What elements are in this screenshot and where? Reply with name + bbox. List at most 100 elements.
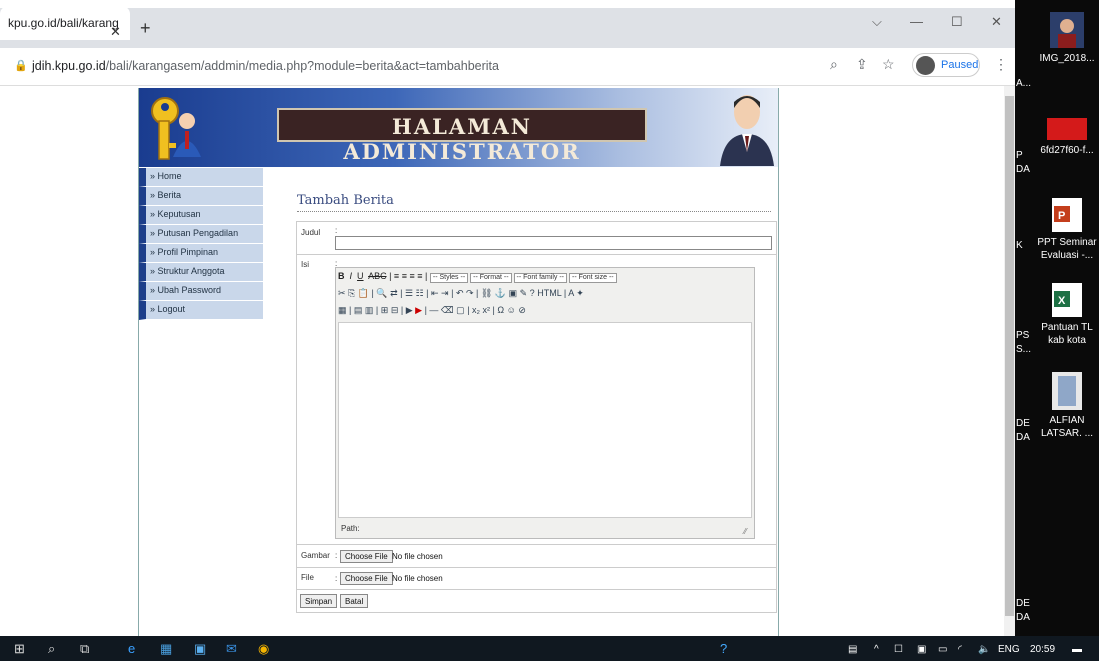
font-color-icon[interactable]: A [568,288,574,298]
share-icon[interactable]: ⇪ [856,56,868,73]
desktop-icon-excel[interactable]: X Pantuan TL kab kota [1037,283,1097,347]
action-center-icon[interactable]: ▬ [1072,644,1082,655]
html-icon[interactable]: HTML [537,288,561,298]
wifi-icon[interactable]: ◜ [958,644,962,655]
align-right-icon[interactable]: ≡ [409,271,414,281]
minimize-button[interactable]: — [910,14,923,29]
italic-icon[interactable]: I [350,271,353,281]
chrome-icon[interactable]: ◉ [258,641,269,657]
cell-props-icon[interactable]: ▥ [365,305,374,315]
paste-icon[interactable]: 📋 [358,288,369,298]
tray-app-icon[interactable]: ☐ [894,644,903,655]
outdent-icon[interactable]: ⇤ [431,288,439,298]
calculator-icon[interactable]: ▣ [194,641,206,657]
desktop-icon-6fd27f60[interactable]: 6fd27f60-f... [1037,118,1097,157]
maximize-button[interactable]: ☐ [951,14,963,30]
cut-icon[interactable]: ✂ [338,288,346,298]
menu-item-berita[interactable]: » Berita [139,187,263,206]
tray-chevron-icon[interactable]: ^ [874,644,879,655]
lock-icon[interactable]: 🔒 [14,59,28,72]
address-bar[interactable]: jdih.kpu.go.id/bali/karangasem/addmin/me… [32,59,499,73]
simpan-button[interactable]: Simpan [300,594,338,608]
replace-icon[interactable]: ⇄ [390,288,398,298]
notification-app-icon[interactable]: ▤ [848,644,857,655]
language-indicator[interactable]: ENG [998,644,1020,655]
desktop-partial-label: DA [1016,612,1030,623]
gambar-choose-file-button[interactable]: Choose File [340,550,393,563]
resize-grip-icon[interactable]: ⁄⁄ [744,527,747,536]
desktop-icon-ppt[interactable]: P PPT Seminar Evaluasi -... [1037,198,1097,262]
file-choose-file-button[interactable]: Choose File [340,572,393,585]
desktop-icon-alfian[interactable]: ALFIAN LATSAR. ... [1037,372,1097,440]
close-window-button[interactable]: ✕ [991,14,1002,30]
table-icon[interactable]: ▦ [338,305,347,315]
bookmark-star-icon[interactable]: ☆ [882,56,895,73]
mail-icon[interactable]: ✉ [226,641,237,657]
tray-app2-icon[interactable]: ▣ [917,644,926,655]
tab-search-icon[interactable]: ⌵ [872,14,882,30]
store-icon[interactable]: ▦ [160,641,172,657]
strikethrough-icon[interactable]: ABC [368,271,387,281]
tab-close-icon[interactable]: ✕ [110,24,121,40]
menu-item-logout[interactable]: » Logout [139,301,263,320]
batal-button[interactable]: Batal [340,594,369,608]
special-char-icon[interactable]: Ω [497,305,504,315]
scrollbar-thumb[interactable] [1005,96,1014,616]
visual-aid-icon[interactable]: ▢ [456,305,465,315]
menu-kebab-icon[interactable]: ⋮ [994,56,1008,73]
font-size-select[interactable]: -- Font size -- [569,273,617,283]
delete-row-icon[interactable]: ⊟ [391,305,399,315]
battery-icon[interactable]: ▭ [938,644,947,655]
insert-row-icon[interactable]: ⊞ [381,305,389,315]
row-props-icon[interactable]: ▤ [354,305,363,315]
hr-icon[interactable]: — [429,305,438,315]
copy-icon[interactable]: ⎘ [348,288,355,298]
task-view-icon[interactable]: ⧉ [80,641,89,657]
menu-item-keputusan[interactable]: » Keputusan [139,206,263,225]
bullet-list-icon[interactable]: ☰ [405,288,413,298]
youtube-icon[interactable]: ▶ [415,305,422,315]
edge-icon[interactable]: e [128,641,135,656]
styles-select[interactable]: -- Styles -- [429,273,469,283]
profile-button[interactable]: Paused [912,53,980,77]
search-icon[interactable]: ⌕ [48,641,55,657]
link-icon[interactable]: ⛓ [481,288,492,298]
help-tips-icon[interactable]: ? [720,641,727,656]
align-left-icon[interactable]: ≡ [394,271,399,281]
underline-icon[interactable]: U [357,271,364,281]
help-icon[interactable]: ? [530,288,535,298]
bold-icon[interactable]: B [338,271,345,281]
editor-content-area[interactable] [338,322,752,518]
volume-icon[interactable]: 🔈 [978,644,990,655]
cleanup-icon[interactable]: ✎ [520,288,528,298]
zoom-icon[interactable]: ⌕ [830,56,838,73]
align-justify-icon[interactable]: ≡ [417,271,422,281]
fullscreen-icon[interactable]: ⊘ [518,305,526,315]
menu-item-home[interactable]: » Home [139,168,263,187]
numbered-list-icon[interactable]: ☷ [416,288,424,298]
font-family-select[interactable]: -- Font family -- [513,273,567,283]
redo-icon[interactable]: ↷ [466,288,474,298]
clock[interactable]: 20:59 [1030,644,1055,655]
find-icon[interactable]: 🔍 [376,288,387,298]
anchor-icon[interactable]: ⚓ [495,288,506,298]
new-tab-button[interactable]: + [140,18,151,39]
image-icon[interactable]: ▣ [509,288,518,298]
indent-icon[interactable]: ⇥ [441,288,449,298]
subscript-icon[interactable]: x₂ [472,305,480,315]
emoticon-icon[interactable]: ☺ [507,305,516,315]
menu-item-profil-pimpinan[interactable]: » Profil Pimpinan [139,244,263,263]
menu-item-struktur-anggota[interactable]: » Struktur Anggota [139,263,263,282]
remove-format-icon[interactable]: ⌫ [441,305,454,315]
format-select[interactable]: -- Format -- [470,273,512,283]
media-icon[interactable]: ▶ [406,305,413,315]
superscript-icon[interactable]: x² [483,305,491,315]
menu-item-putusan-pengadilan[interactable]: » Putusan Pengadilan [139,225,263,244]
menu-item-ubah-password[interactable]: » Ubah Password [139,282,263,301]
align-center-icon[interactable]: ≡ [402,271,407,281]
desktop-icon-img[interactable]: IMG_2018... [1037,12,1097,65]
highlight-icon[interactable]: ✦ [576,288,584,298]
windows-start-icon[interactable]: ⊞ [14,641,25,657]
undo-icon[interactable]: ↶ [456,288,464,298]
judul-input[interactable] [335,236,772,250]
